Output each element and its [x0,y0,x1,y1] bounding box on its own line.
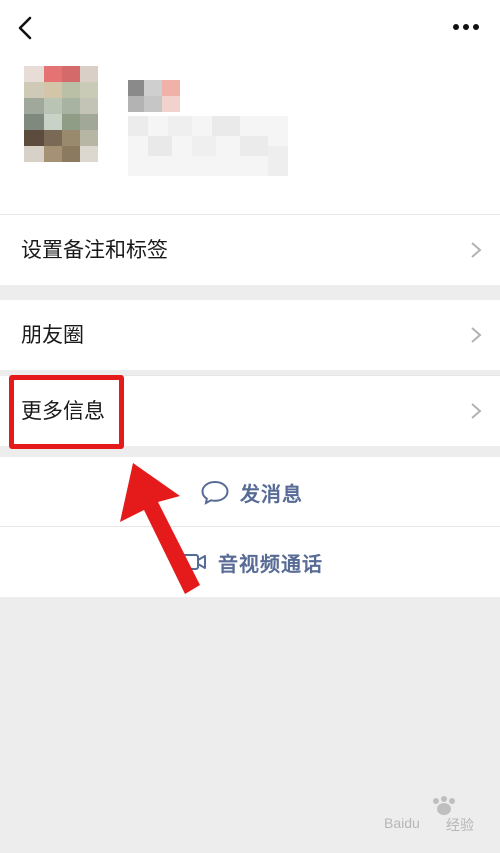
moments-label: 朋友圈 [21,323,84,347]
more-options-button[interactable] [444,12,488,42]
video-call-label: 音视频通话 [218,551,323,576]
baidu-watermark: Baidu 经验 [376,795,491,835]
red-arrow-icon [120,463,200,594]
annotation-arrow [110,460,220,600]
paw-logo-icon [433,796,455,815]
chevron-left-icon [18,16,32,40]
chevron-right-icon [471,327,482,343]
chevron-right-icon [471,242,482,258]
more-dots-icon [453,24,479,30]
watermark-text-jingyan: 经验 [446,818,474,834]
watermark-text: Baidu [384,815,420,831]
avatar[interactable] [24,66,98,162]
blurred-contact-name [128,80,288,176]
remark-and-tags-row[interactable]: 设置备注和标签 [0,215,500,285]
chevron-right-icon [471,403,482,419]
blurred-name-block [128,80,288,176]
moments-row[interactable]: 朋友圈 [0,300,500,370]
annotation-highlight-box [9,375,124,449]
profile-header [0,0,500,215]
send-message-button[interactable]: 发消息 [0,457,500,527]
back-button[interactable] [10,8,46,48]
blurred-avatar-image [24,66,98,162]
send-message-label: 发消息 [240,481,303,506]
remark-and-tags-label: 设置备注和标签 [21,238,168,262]
video-call-button[interactable]: 音视频通话 [0,527,500,597]
